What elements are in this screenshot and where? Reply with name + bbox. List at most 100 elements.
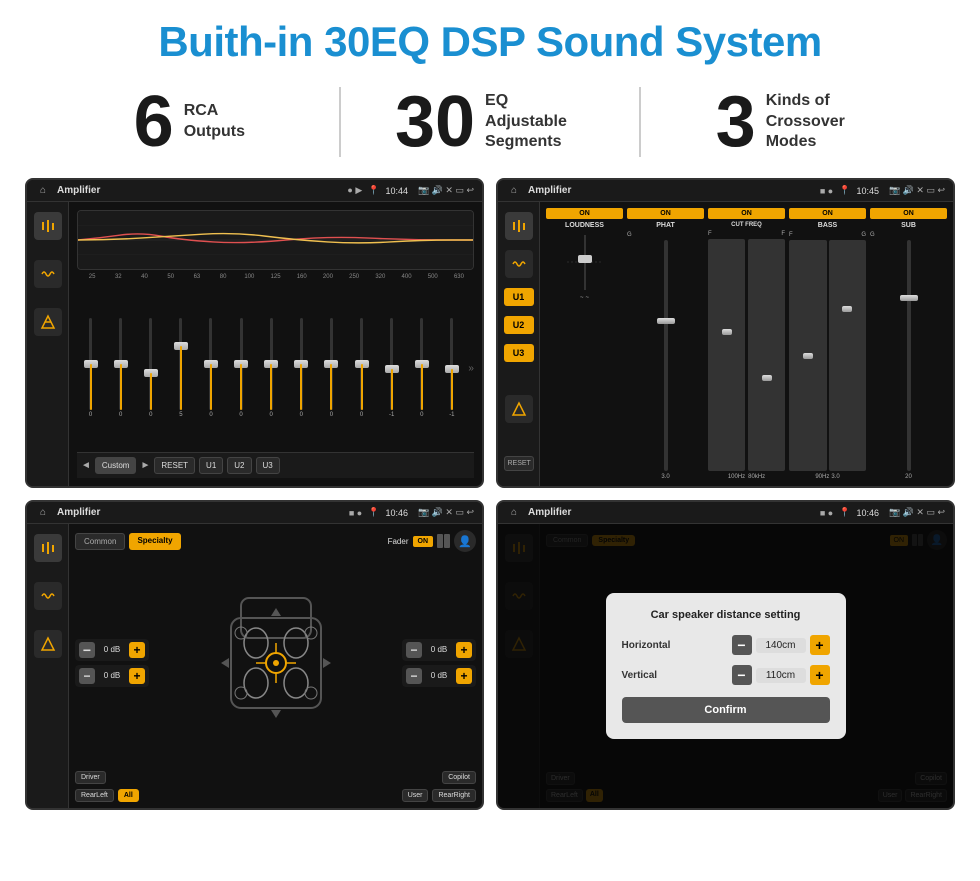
eq-slider-col-12[interactable]: 0 [408, 318, 435, 418]
db-val-2: 0 dB [98, 671, 126, 680]
dialog-home-icon[interactable]: ⌂ [506, 505, 522, 521]
eq-u2-btn[interactable]: U2 [227, 457, 251, 474]
eq-topbar-icons: 📷 🔊 ✕ ▭ ↩ [418, 185, 474, 196]
eq-time: 10:44 [385, 186, 408, 196]
eq-slider-col-4[interactable]: 5 [167, 318, 194, 418]
position-rearleft[interactable]: RearLeft [75, 789, 114, 802]
fader-home-icon[interactable]: ⌂ [35, 505, 51, 521]
db-plus-1[interactable]: + [129, 642, 145, 658]
sub-on-btn[interactable]: ON [870, 208, 947, 219]
stat-label-rca: RCAOutputs [184, 101, 245, 143]
stat-eq: 30 EQ AdjustableSegments [361, 86, 620, 158]
db-minus-4[interactable]: − [406, 668, 422, 684]
crossover-topbar-icons: 📷 🔊 ✕ ▭ ↩ [889, 185, 945, 196]
eq-u3-btn[interactable]: U3 [256, 457, 280, 474]
eq-play-icon[interactable]: ► [140, 460, 150, 471]
eq-slider-col-3[interactable]: 0 [137, 318, 164, 418]
eq-slider-col-8[interactable]: 0 [288, 318, 315, 418]
dialog-horizontal-control: − 140cm + [732, 635, 830, 655]
eq-slider-col-13[interactable]: -1 [438, 318, 465, 418]
crossover-time: 10:45 [856, 186, 879, 196]
slider-val-9: 0 [330, 412, 333, 418]
phat-on-btn[interactable]: ON [627, 208, 704, 219]
bass-label: BASS [818, 222, 837, 229]
stat-divider-1 [339, 87, 341, 157]
freq-40: 40 [131, 274, 157, 280]
position-rearright[interactable]: RearRight [432, 789, 476, 802]
db-plus-4[interactable]: + [456, 668, 472, 684]
fader-tab-specialty[interactable]: Specialty [129, 533, 180, 550]
position-user[interactable]: User [402, 789, 429, 802]
fader-topbar-icons: 📷 🔊 ✕ ▭ ↩ [418, 507, 474, 518]
db-minus-2[interactable]: − [79, 668, 95, 684]
eq-slider-col-11[interactable]: -1 [378, 318, 405, 418]
dialog-horizontal-minus[interactable]: − [732, 635, 752, 655]
loudness-on-btn[interactable]: ON [546, 208, 623, 219]
freq-400: 400 [393, 274, 419, 280]
eq-u1-btn[interactable]: U1 [199, 457, 223, 474]
eq-reset-btn[interactable]: RESET [154, 457, 195, 474]
db-minus-3[interactable]: − [406, 642, 422, 658]
position-labels-row: Driver Copilot [75, 771, 476, 784]
crossover-topbar: ⌂ Amplifier ■ ● 📍 10:45 📷 🔊 ✕ ▭ ↩ [498, 180, 953, 202]
bass-on-btn[interactable]: ON [789, 208, 866, 219]
db-minus-1[interactable]: − [79, 642, 95, 658]
fader-sidebar-icon-2[interactable] [34, 582, 62, 610]
crossover-sidebar-icon-2[interactable] [505, 250, 533, 278]
dialog-vertical-minus[interactable]: − [732, 665, 752, 685]
crossover-status-dots: ■ ● [820, 186, 833, 196]
eq-slider-col-5[interactable]: 0 [197, 318, 224, 418]
fader-sidebar-icon-1[interactable] [34, 534, 62, 562]
freq-32: 32 [105, 274, 131, 280]
stat-number-30: 30 [395, 86, 475, 158]
dialog-location-icon: 📍 [839, 507, 850, 518]
crossover-home-icon[interactable]: ⌂ [506, 183, 522, 199]
freq-250: 250 [341, 274, 367, 280]
u3-preset-btn[interactable]: U3 [504, 344, 534, 362]
crossover-sidebar-icon-1[interactable] [505, 212, 533, 240]
stat-label-crossover: Kinds ofCrossover Modes [766, 91, 866, 153]
db-plus-2[interactable]: + [129, 668, 145, 684]
fader-tab-common[interactable]: Common [75, 533, 125, 550]
freq-50: 50 [158, 274, 184, 280]
db-plus-3[interactable]: + [456, 642, 472, 658]
eq-slider-col-7[interactable]: 0 [258, 318, 285, 418]
eq-slider-col-10[interactable]: 0 [348, 318, 375, 418]
dialog-modal-box: Car speaker distance setting Horizontal … [606, 593, 846, 739]
u1-preset-btn[interactable]: U1 [504, 288, 534, 306]
freq-80: 80 [210, 274, 236, 280]
eq-scroll-arrows[interactable]: » [468, 363, 474, 374]
crossover-sidebar-icon-3[interactable] [505, 395, 533, 423]
eq-prev-icon[interactable]: ◄ [81, 460, 91, 471]
dialog-horizontal-plus[interactable]: + [810, 635, 830, 655]
position-all[interactable]: All [118, 789, 139, 802]
fader-on-btn[interactable]: ON [413, 536, 434, 547]
eq-slider-col-9[interactable]: 0 [318, 318, 345, 418]
fader-sidebar-icon-3[interactable] [34, 630, 62, 658]
dialog-vertical-label: Vertical [622, 670, 658, 681]
position-driver[interactable]: Driver [75, 771, 106, 784]
eq-content: 25 32 40 50 63 80 100 125 160 200 250 32… [27, 202, 482, 486]
slider-val-6: 0 [239, 412, 242, 418]
crossover-reset-btn[interactable]: RESET [504, 456, 534, 471]
eq-sidebar-icon-2[interactable] [34, 260, 62, 288]
eq-sidebar [27, 202, 69, 486]
cutfreq-on-btn[interactable]: ON [708, 208, 785, 219]
position-copilot[interactable]: Copilot [442, 771, 476, 784]
u2-preset-btn[interactable]: U2 [504, 316, 534, 334]
freq-125: 125 [262, 274, 288, 280]
stat-number-3: 3 [716, 86, 756, 158]
dialog-vertical-plus[interactable]: + [810, 665, 830, 685]
channel-cutfreq: ON CUT FREQ FF [708, 208, 785, 480]
stat-divider-2 [639, 87, 641, 157]
freq-200: 200 [315, 274, 341, 280]
fader-profile-icon[interactable]: 👤 [454, 530, 476, 552]
home-icon[interactable]: ⌂ [35, 183, 51, 199]
db-ctrl-1: − 0 dB + [75, 639, 149, 661]
eq-sidebar-icon-3[interactable] [34, 308, 62, 336]
eq-sidebar-icon-1[interactable] [34, 212, 62, 240]
confirm-button[interactable]: Confirm [622, 697, 830, 723]
eq-slider-col-1[interactable]: 0 [77, 318, 104, 418]
eq-slider-col-6[interactable]: 0 [228, 318, 255, 418]
eq-slider-col-2[interactable]: 0 [107, 318, 134, 418]
